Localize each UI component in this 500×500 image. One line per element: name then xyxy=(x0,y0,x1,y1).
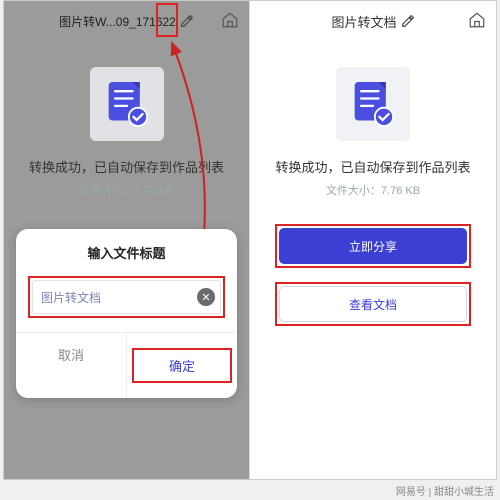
home-icon[interactable] xyxy=(221,11,239,29)
success-text: 转换成功，已自动保存到作品列表 xyxy=(29,157,224,176)
watermark: 网易号 | 甜甜小城生活 xyxy=(396,483,494,498)
share-highlight: 立即分享 xyxy=(275,224,472,268)
confirm-button[interactable]: 确定 xyxy=(132,348,232,383)
cancel-button[interactable]: 取消 xyxy=(16,333,127,398)
document-check-icon xyxy=(105,80,149,128)
edit-icon-highlight xyxy=(156,3,178,37)
clear-icon[interactable]: ✕ xyxy=(197,288,215,306)
document-check-icon xyxy=(351,80,395,128)
view-doc-button[interactable]: 查看文档 xyxy=(279,286,468,322)
doc-icon-wrap xyxy=(90,67,164,141)
title-right: 图片转文档 xyxy=(331,12,396,31)
tutorial-two-screens: 图片转W...09_171622 转换成功，已 xyxy=(3,0,497,480)
dialog-title: 输入文件标题 xyxy=(16,229,237,272)
rename-dialog: 输入文件标题 ✕ 取消 确定 xyxy=(16,229,237,398)
success-text: 转换成功，已自动保存到作品列表 xyxy=(275,157,470,176)
topbar-right: 图片转文档 xyxy=(250,1,496,41)
view-highlight: 查看文档 xyxy=(275,282,472,326)
topbar-left: 图片转W...09_171622 xyxy=(4,1,249,41)
dialog-actions: 取消 确定 xyxy=(16,332,237,398)
share-button[interactable]: 立即分享 xyxy=(279,228,468,264)
edit-icon[interactable] xyxy=(180,14,194,28)
filename-input[interactable] xyxy=(32,280,221,314)
content-left: 转换成功，已自动保存到作品列表 文件大小：7.76 KB xyxy=(4,41,249,198)
content-right: 转换成功，已自动保存到作品列表 文件大小：7.76 KB 立即分享 查看文档 xyxy=(250,41,496,326)
action-buttons: 立即分享 查看文档 xyxy=(275,224,472,326)
doc-icon-wrap xyxy=(336,67,410,141)
screen-right: 图片转文档 转换成功，已自动保存到作品列表 xyxy=(250,1,496,479)
edit-icon[interactable] xyxy=(401,14,415,28)
home-icon[interactable] xyxy=(468,11,486,29)
screen-left: 图片转W...09_171622 转换成功，已 xyxy=(4,1,250,479)
size-text: 文件大小：7.76 KB xyxy=(79,182,173,198)
dialog-input-highlight: ✕ xyxy=(28,276,225,318)
size-text: 文件大小：7.76 KB xyxy=(326,182,420,198)
